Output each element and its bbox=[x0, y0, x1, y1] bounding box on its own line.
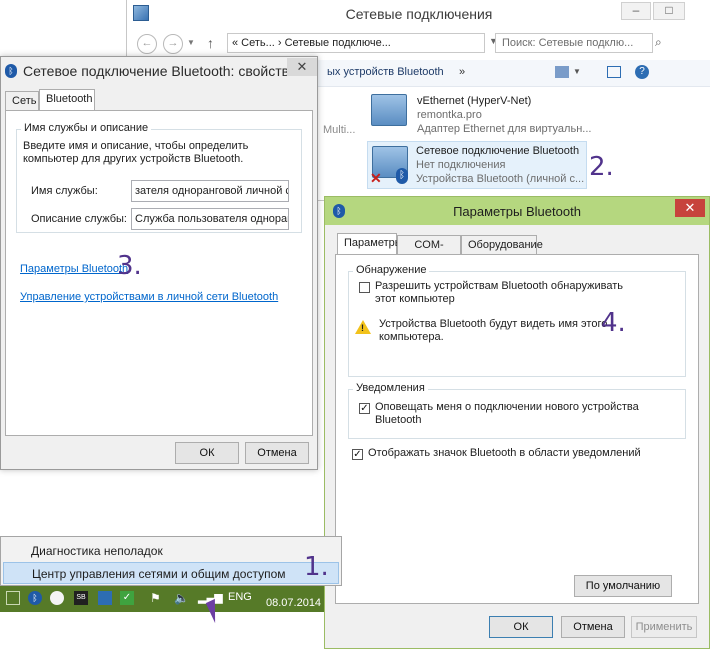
manage-devices-link[interactable]: Управление устройствами в личной сети Bl… bbox=[20, 291, 278, 303]
maximize-button[interactable]: □ bbox=[653, 2, 685, 20]
taskbar: ᛒ SB ✓ ⚑ 🔈 ▂▄▆ ENG 08.07.2014 bbox=[0, 586, 324, 612]
view-dropdown-icon[interactable]: ▼ bbox=[573, 67, 581, 76]
connection-item-bluetooth[interactable]: ✕ ᛒ Сетевое подключение Bluetooth Нет по… bbox=[367, 141, 587, 189]
ok-button[interactable]: ОК bbox=[175, 442, 239, 464]
search-icon[interactable]: ⌕ bbox=[655, 35, 662, 50]
service-desc-label: Описание службы: bbox=[31, 213, 127, 225]
help-icon[interactable]: ? bbox=[635, 65, 649, 79]
close-icon[interactable]: ✕ bbox=[675, 199, 705, 217]
sb-icon[interactable]: SB bbox=[74, 591, 88, 605]
up-arrow-icon[interactable]: ↑ bbox=[207, 35, 214, 51]
language-indicator[interactable]: ENG bbox=[228, 591, 252, 603]
apply-button[interactable]: Применить bbox=[631, 616, 697, 638]
service-group: Имя службы и описание Введите имя и опис… bbox=[16, 122, 302, 233]
cancel-button[interactable]: Отмена bbox=[245, 442, 309, 464]
group-label: Имя службы и описание bbox=[21, 122, 152, 134]
allow-discovery-checkbox[interactable] bbox=[359, 282, 370, 293]
connection-name: Сетевое подключение Bluetooth bbox=[416, 145, 580, 157]
notify-checkbox[interactable]: ✓ bbox=[359, 403, 370, 414]
connection-name: vEthernet (HyperV-Net) bbox=[417, 95, 532, 107]
cancel-button[interactable]: Отмена bbox=[561, 616, 625, 638]
monitor-icon[interactable] bbox=[98, 591, 112, 605]
step-label-1: 1. bbox=[304, 552, 329, 582]
network-adapter-icon bbox=[371, 94, 407, 126]
bluetooth-settings-dialog: ᛒ Параметры Bluetooth ✕ Параметры COM-по… bbox=[324, 196, 710, 649]
properties-title: Сетевое подключение Bluetooth: свойства bbox=[23, 63, 297, 79]
service-desc-field[interactable]: Служба пользователя одноранговой bbox=[131, 208, 289, 230]
notify-label: Оповещать меня о подключении нового устр… bbox=[375, 401, 639, 426]
view-icon[interactable] bbox=[555, 66, 569, 78]
search-input[interactable]: Поиск: Сетевые подклю... bbox=[495, 33, 653, 53]
ok-button[interactable]: ОК bbox=[489, 616, 553, 638]
disconnected-icon: ✕ bbox=[370, 170, 382, 186]
tab-com-ports[interactable]: COM-порты bbox=[397, 235, 461, 270]
warning-text: Устройства Bluetooth будут видеть имя эт… bbox=[379, 318, 608, 343]
check-icon[interactable]: ✓ bbox=[120, 591, 134, 605]
bluetooth-settings-link[interactable]: Параметры Bluetooth bbox=[20, 263, 128, 275]
properties-dialog: ᛒ Сетевое подключение Bluetooth: свойств… bbox=[0, 56, 318, 470]
bluetooth-tray-icon[interactable]: ᛒ bbox=[28, 591, 42, 605]
tab-network[interactable]: Сеть bbox=[5, 91, 39, 111]
connection-item[interactable]: vEthernet (HyperV-Net) remontka.pro Адап… bbox=[371, 94, 691, 138]
service-name-label: Имя службы: bbox=[31, 185, 98, 197]
connection-status: remontka.pro bbox=[417, 109, 482, 121]
bluetooth-settings-title: Параметры Bluetooth bbox=[453, 204, 581, 219]
command-item[interactable]: ых устройств Bluetooth bbox=[327, 66, 444, 78]
defaults-button[interactable]: По умолчанию bbox=[574, 575, 672, 597]
forward-icon[interactable]: → bbox=[163, 34, 183, 54]
discovery-label: Обнаружение bbox=[353, 264, 430, 276]
address-bar[interactable]: « Сеть... › Сетевые подключе... bbox=[227, 33, 485, 53]
show-hidden-icon[interactable] bbox=[6, 591, 20, 605]
close-icon[interactable]: ✕ bbox=[287, 58, 317, 76]
tab-hardware[interactable]: Оборудование bbox=[461, 235, 543, 255]
volume-icon[interactable]: 🔈 bbox=[174, 591, 189, 605]
bluetooth-tab-panel: Имя службы и описание Введите имя и опис… bbox=[5, 110, 313, 436]
taskbar-date[interactable]: 08.07.2014 bbox=[266, 597, 321, 609]
step-label-3: 3. bbox=[117, 251, 142, 281]
menu-item-network-center[interactable]: Центр управления сетями и общим доступом bbox=[3, 562, 339, 584]
service-description: Введите имя и описание, чтобы определить… bbox=[23, 140, 249, 165]
connection-status: Нет подключения bbox=[416, 159, 506, 171]
cloud-icon[interactable] bbox=[50, 591, 64, 605]
connection-device: Адаптер Ethernet для виртуальн... bbox=[417, 123, 592, 135]
preview-pane-icon[interactable] bbox=[607, 66, 621, 78]
more-commands-icon[interactable]: » bbox=[459, 66, 465, 78]
flag-icon[interactable]: ⚑ bbox=[150, 591, 164, 605]
step-label-2: 2. bbox=[589, 152, 614, 182]
service-name-field[interactable]: зателя одноранговой личной сети bbox=[131, 180, 289, 202]
discovery-group: Обнаружение Разрешить устройствам Blueto… bbox=[348, 264, 686, 377]
menu-item-troubleshoot[interactable]: Диагностика неполадок bbox=[3, 540, 339, 562]
tab-options[interactable]: Параметры bbox=[337, 233, 403, 255]
explorer-navbar: ← → ▼ ↑ « Сеть... › Сетевые подключе... … bbox=[127, 30, 710, 58]
bluetooth-icon: ᛒ bbox=[5, 64, 17, 78]
bluetooth-icon: ᛒ bbox=[396, 168, 408, 184]
connection-device: Устройства Bluetooth (личной с... bbox=[416, 173, 585, 185]
chevron-down-icon[interactable]: ▼ bbox=[187, 38, 195, 47]
options-tab-panel: Обнаружение Разрешить устройствам Blueto… bbox=[335, 254, 699, 604]
step-label-4: 4. bbox=[601, 308, 626, 338]
warning-mark: ! bbox=[361, 323, 364, 333]
tab-bluetooth[interactable]: Bluetooth bbox=[39, 89, 95, 111]
adapter-fragment: Multi... bbox=[323, 124, 356, 136]
show-icon-label: Отображать значок Bluetooth в области ув… bbox=[368, 447, 641, 459]
notifications-label: Уведомления bbox=[353, 382, 428, 394]
show-icon-checkbox[interactable]: ✓ bbox=[352, 449, 363, 460]
minimize-button[interactable]: – bbox=[621, 2, 651, 20]
notifications-group: Уведомления ✓ Оповещать меня о подключен… bbox=[348, 382, 686, 439]
tray-context-menu: Диагностика неполадок Центр управления с… bbox=[0, 536, 342, 586]
allow-discovery-label: Разрешить устройствам Bluetooth обнаружи… bbox=[375, 280, 623, 305]
back-icon[interactable]: ← bbox=[137, 34, 157, 54]
